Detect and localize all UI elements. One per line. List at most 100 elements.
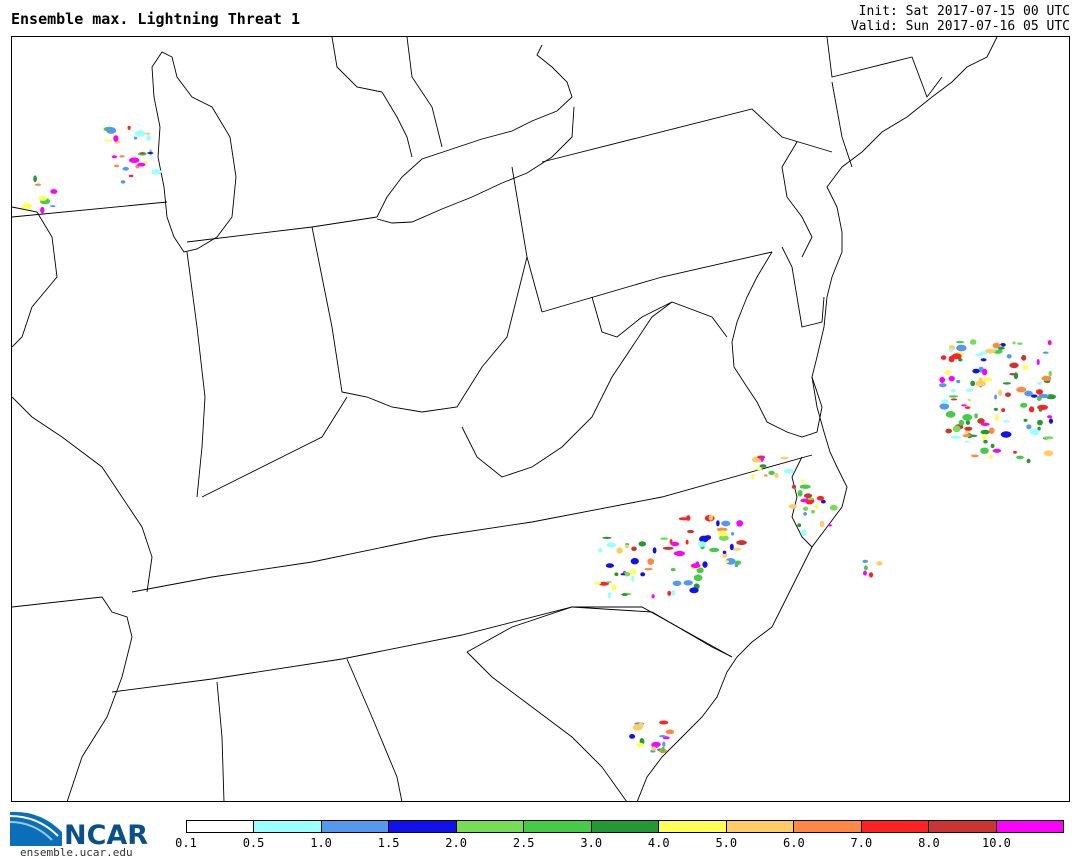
threat-cell: [774, 473, 779, 478]
threat-cell: [956, 340, 965, 344]
threat-cell: [1037, 419, 1043, 426]
threat-cell: [803, 493, 813, 499]
threat-cell: [702, 561, 708, 568]
threat-cell: [961, 404, 967, 407]
threat-cell: [607, 592, 612, 599]
threat-cell: [811, 509, 816, 514]
colorbar-segment: [794, 821, 862, 832]
threat-cell: [962, 414, 973, 421]
new-england-borders: [826, 37, 943, 168]
threat-cell: [50, 205, 56, 208]
threat-cell: [990, 443, 995, 449]
colorbar-label: 0.5: [242, 836, 265, 850]
threat-cell: [638, 541, 647, 547]
colorbar-segment: [389, 821, 457, 832]
colorbar-segment: [254, 821, 322, 832]
colorbar-segment: [861, 821, 930, 832]
threat-cell: [621, 593, 628, 596]
threat-cell: [134, 130, 146, 137]
colorbar-label: 2.5: [512, 836, 535, 850]
threat-cell: [659, 735, 667, 738]
threat-cell: [602, 536, 612, 539]
threat-cell: [1024, 390, 1033, 397]
threat-cell: [988, 454, 994, 459]
threat-cell: [992, 448, 1002, 453]
threat-cell: [964, 426, 973, 431]
threat-cell: [672, 580, 682, 586]
threat-cell: [975, 353, 984, 356]
threat-cell: [731, 532, 735, 536]
threat-cell: [1016, 386, 1027, 393]
threat-cell: [636, 742, 645, 748]
threat-cell: [734, 560, 742, 566]
colorbar-labels: 0.1 0.5 1.0 1.5 2.0 2.5 3.0 4.0 5.0 6.0 7.0 8.0 10.0: [175, 836, 1064, 852]
threat-cell: [814, 504, 819, 509]
threat-cell: [780, 456, 789, 460]
threat-cell: [939, 403, 950, 410]
threat-cell: [147, 152, 154, 154]
threat-cell: [651, 746, 657, 751]
threat-cell: [629, 734, 636, 739]
atlantic-coastline: [636, 37, 998, 801]
threat-cell: [1006, 354, 1012, 359]
threat-cell: [1038, 408, 1043, 412]
border-ohio-north: [186, 216, 378, 243]
threat-cell: [1009, 373, 1016, 376]
threat-cell: [800, 479, 805, 483]
threat-cell: [751, 473, 755, 480]
threat-cell: [1026, 458, 1031, 464]
lake-erie-south-shore: [376, 106, 575, 224]
threat-cell: [992, 342, 1001, 349]
border-ohio-wv: [341, 256, 528, 413]
map-title: Ensemble max. Lightning Threat 1: [11, 10, 300, 28]
threat-cell: [998, 389, 1003, 396]
threat-cell: [988, 427, 995, 435]
threat-cell: [38, 195, 48, 201]
border-ms-al: [216, 681, 225, 801]
threat-cell: [614, 572, 619, 576]
threat-cell: [975, 380, 987, 387]
colorbar-label: 3.0: [580, 836, 603, 850]
threat-cell: [1043, 436, 1054, 440]
threat-cell: [1016, 455, 1024, 460]
valid-time: Valid: Sun 2017-07-16 05 UTC: [850, 19, 1070, 34]
threat-cell: [606, 542, 616, 548]
threat-cell: [862, 559, 868, 564]
threat-cell: [598, 548, 603, 553]
threat-cell: [133, 136, 138, 140]
threat-cell: [980, 447, 989, 454]
threat-cell: [864, 565, 868, 571]
threat-cell: [716, 520, 720, 527]
threat-cell: [1048, 418, 1054, 424]
colorbar-segment: [929, 821, 997, 832]
colorbar-segment: [456, 821, 525, 832]
threat-cell: [1047, 340, 1052, 346]
threat-cell: [103, 139, 114, 142]
threat-cell: [624, 544, 630, 549]
threat-cell: [1023, 418, 1028, 422]
threat-cell: [995, 414, 1000, 422]
threat-cell: [605, 581, 612, 584]
lightning-threat-cells: [21, 125, 1056, 754]
map-panel: [11, 36, 1070, 802]
threat-cell: [662, 741, 666, 747]
threat-cell: [137, 162, 146, 167]
threat-cell: [605, 563, 615, 568]
threat-cell: [1005, 392, 1011, 398]
colorbar-segment: [996, 821, 1064, 832]
threat-cell: [122, 166, 129, 171]
threat-cell: [662, 546, 674, 550]
threat-cell: [630, 568, 637, 575]
threat-cell: [1036, 359, 1040, 366]
threat-cell: [704, 535, 712, 540]
threat-cell: [800, 498, 808, 503]
border-va-md: [591, 296, 673, 338]
chesapeake-bay: [731, 251, 823, 438]
threat-cell: [120, 180, 126, 184]
threat-cell: [129, 157, 140, 163]
threat-cell: [128, 174, 134, 178]
threat-cell: [718, 530, 728, 537]
threat-cell: [948, 348, 954, 353]
threat-cell: [797, 523, 802, 528]
threat-cell: [127, 125, 131, 130]
